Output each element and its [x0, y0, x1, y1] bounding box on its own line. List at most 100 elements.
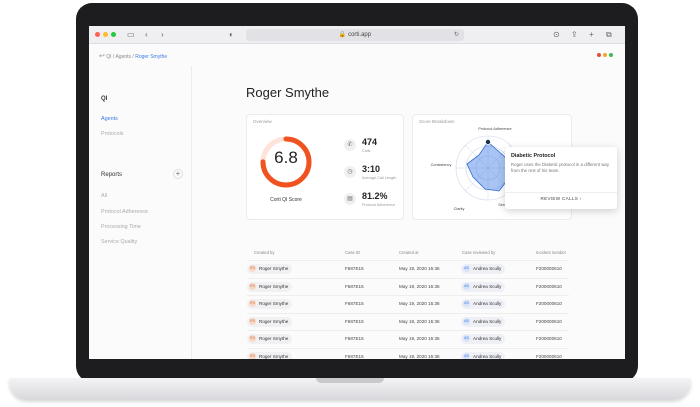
col-created-by[interactable]: Created by [254, 250, 274, 255]
creator-name: Roger Smythe [259, 336, 289, 341]
chevron-right-icon: › [579, 196, 582, 201]
reviewer-chip[interactable]: AS Andrea Scully [461, 281, 506, 292]
col-case-id[interactable]: Case ID [345, 250, 360, 255]
table-row[interactable]: RS Roger Smythe F687E15 May 19, 2020 15:36 A… [247, 312, 569, 330]
tooltip-divider [505, 192, 617, 193]
score-label: Corti QI Score [270, 197, 302, 203]
created-at: May 19, 2020 15:36 [399, 318, 440, 324]
table-row[interactable]: RS Roger Smythe F687E15 May 19, 2020 15:36 A… [247, 330, 569, 347]
avatar: AS [463, 282, 470, 290]
address-bar[interactable]: 🔒 corti.app [246, 29, 464, 41]
table-row[interactable]: RS Roger Smythe F687E15 May 19, 2020 15:36 A… [247, 260, 569, 277]
shield-icon[interactable]: ◐ [229, 29, 234, 41]
reviewer-chip[interactable]: AS Andrea Scully [461, 351, 506, 359]
case-id: F687E15 [345, 283, 364, 289]
created-at: May 19, 2020 15:36 [399, 353, 440, 359]
creator-chip[interactable]: RS Roger Smythe [247, 334, 293, 344]
stat-call-length-label: Average Call Length [362, 176, 397, 180]
overview-label: Overview [253, 119, 272, 124]
sidebar-item-processing-time[interactable]: Processing Time [101, 224, 141, 230]
reviewer-name: Andrea Scully [473, 283, 502, 289]
creator-chip[interactable]: RS Roger Smythe [247, 316, 293, 327]
case-id: F687E15 [345, 336, 364, 341]
stat-adherence-value: 81.2% [362, 191, 388, 201]
table-row[interactable]: RS Roger Smythe F687E15 May 19, 2020 15:36 A… [247, 295, 569, 312]
breadcrumb: ↩ QI / Agents / Roger Smythe [99, 53, 168, 60]
url-text: corti.app [348, 32, 372, 38]
tabs-icon[interactable]: ⧉ [606, 29, 612, 41]
reviewer-name: Andrea Scully [473, 336, 502, 341]
creator-name: Roger Smythe [259, 266, 289, 271]
breadcrumb-root[interactable]: QI [106, 54, 111, 60]
creator-chip[interactable]: RS Roger Smythe [247, 264, 293, 274]
share-icon[interactable]: ⇪ [571, 29, 578, 41]
tooltip-body: Roger uses the Diabetic protocol in a di… [511, 162, 610, 174]
sidebar-heading-qi: QI [101, 96, 108, 102]
incident-number: F200000610 [536, 353, 562, 359]
brand-dot-yellow [603, 53, 607, 57]
close-dot[interactable] [95, 32, 100, 37]
stat-calls-value: 474 [362, 137, 378, 147]
tooltip-title: Diabetic Protocol [511, 153, 556, 159]
stat-adherence: ▤ 81.2% Protocol Adherence [344, 190, 404, 220]
sidebar-item-protocol-adherence[interactable]: Protocol Adherence [101, 209, 148, 215]
back-icon[interactable]: ‹ [145, 29, 148, 41]
avatar: AS [463, 335, 470, 343]
reviewer-chip[interactable]: AS Andrea Scully [461, 334, 506, 344]
sidebar: QI Agents Protocols Reports + All Protoc… [89, 66, 192, 359]
creator-chip[interactable]: RS Roger Smythe [247, 351, 293, 359]
created-at: May 19, 2020 15:36 [399, 301, 440, 306]
sidebar-item-protocols[interactable]: Protocols [101, 131, 123, 137]
avatar: AS [463, 352, 470, 359]
score-breakdown-label: Score Breakdown [419, 119, 455, 124]
creator-name: Roger Smythe [259, 353, 289, 359]
avatar: RS [249, 352, 256, 359]
reviewer-chip[interactable]: AS Andrea Scully [461, 316, 506, 327]
minimize-dot[interactable] [103, 32, 108, 37]
radar-axis-clarity: Clarity [453, 207, 465, 211]
table-row[interactable]: RS Roger Smythe F687E15 May 19, 2020 15:36 A… [247, 277, 569, 295]
sidebar-item-all[interactable]: All [101, 193, 107, 199]
review-calls-button[interactable]: REVIEW CALLS › [505, 196, 617, 201]
avatar: AS [463, 300, 470, 308]
table-row[interactable]: RS Roger Smythe F687E15 May 19, 2020 15:36 A… [247, 347, 569, 359]
sidebar-item-service-quality[interactable]: Service Quality [101, 239, 137, 245]
reviewer-name: Andrea Scully [473, 301, 502, 306]
created-at: May 19, 2020 15:36 [399, 283, 440, 289]
creator-chip[interactable]: RS Roger Smythe [247, 299, 293, 309]
incident-number: F200000610 [536, 336, 562, 341]
stat-call-length: ◷ 3:10 Average Call Length [344, 163, 404, 193]
created-at: May 19, 2020 15:36 [399, 336, 440, 341]
back-arrow-icon[interactable]: ↩ [99, 53, 105, 60]
creator-name: Roger Smythe [259, 318, 289, 324]
radar-marker[interactable] [485, 139, 492, 145]
new-tab-icon[interactable]: + [589, 29, 594, 41]
col-created-at[interactable]: Created at [399, 250, 419, 255]
creator-name: Roger Smythe [259, 301, 289, 306]
reviewer-chip[interactable]: AS Andrea Scully [461, 299, 506, 309]
avatar: RS [249, 300, 256, 308]
case-id: F687E15 [345, 353, 364, 359]
avatar: RS [249, 335, 256, 343]
brand-dot-red [597, 53, 601, 57]
score-value: 6.8 [274, 148, 298, 167]
col-reviewed-by[interactable]: Case reviewed by [462, 250, 495, 255]
sidebar-item-agents[interactable]: Agents [101, 116, 118, 122]
reviewer-chip[interactable]: AS Andrea Scully [461, 264, 506, 274]
sidebar-toggle-icon[interactable]: ▭ [127, 29, 135, 41]
add-report-button[interactable]: + [173, 169, 183, 179]
stat-calls-label: Calls [362, 149, 371, 153]
forward-icon[interactable]: › [161, 29, 164, 41]
laptop-notch [316, 378, 384, 383]
created-at: May 19, 2020 15:36 [399, 266, 440, 271]
breadcrumb-section[interactable]: Agents [115, 54, 131, 60]
download-icon[interactable]: ⊙ [553, 29, 560, 41]
protocol-tooltip: Diabetic Protocol Roger uses the Diabeti… [505, 147, 617, 209]
incident-number: F200000610 [536, 301, 562, 306]
zoom-dot[interactable] [111, 32, 116, 37]
stat-calls: ✆ 474 Calls [344, 136, 404, 166]
reload-icon[interactable]: ↻ [454, 29, 459, 41]
document-icon: ▤ [344, 193, 356, 205]
col-incident-number[interactable]: Incident number [536, 250, 566, 255]
creator-chip[interactable]: RS Roger Smythe [247, 281, 293, 292]
